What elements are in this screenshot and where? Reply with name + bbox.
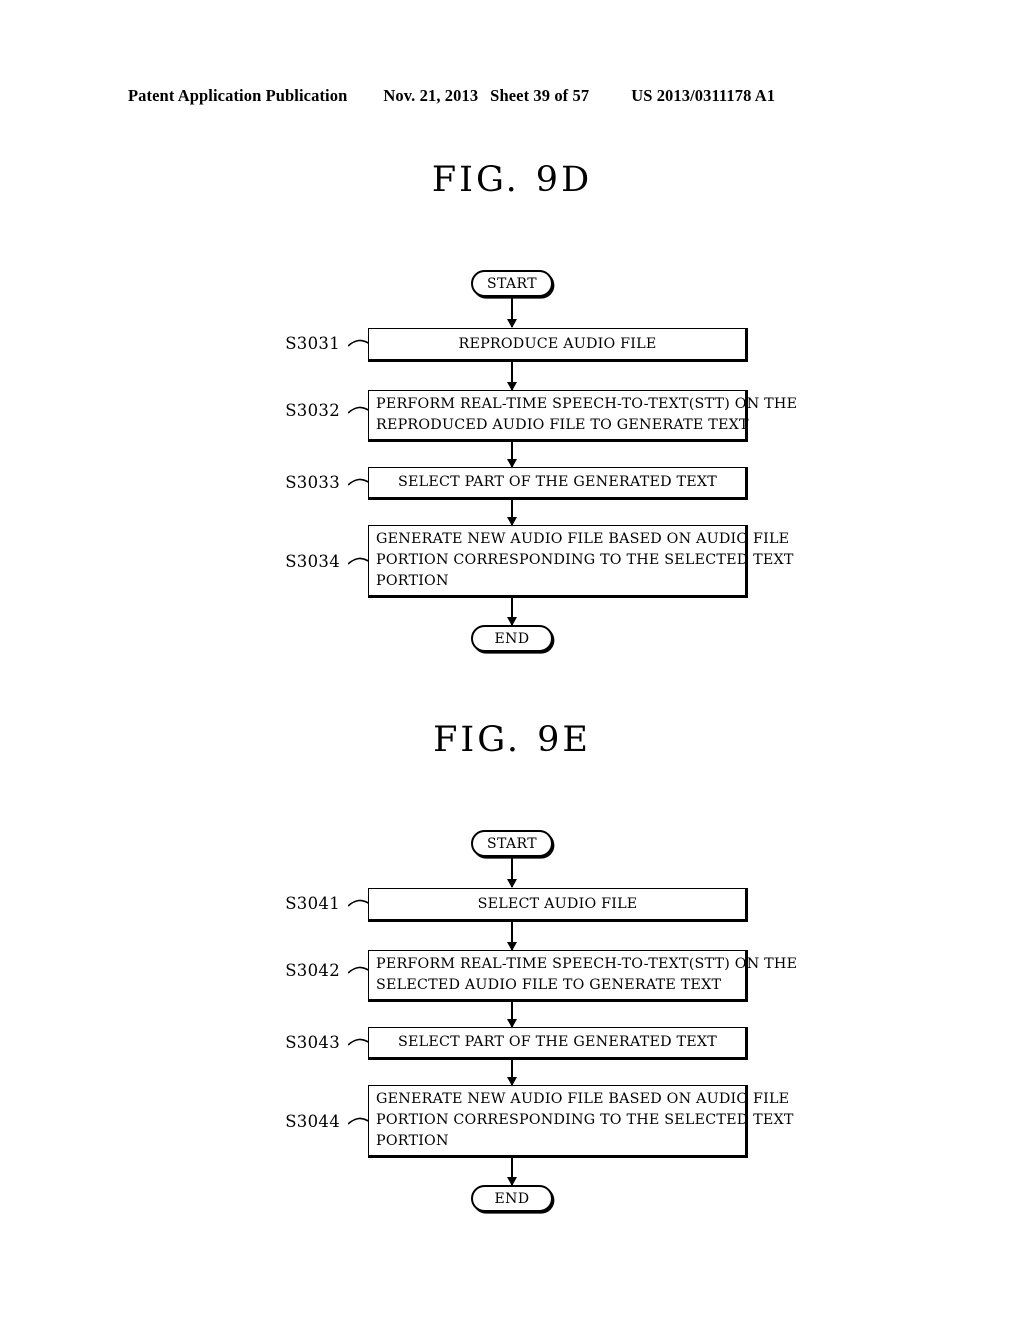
figure-title-9e-suffix: 9E (537, 720, 591, 760)
figure-title-9e-prefix: FIG. (433, 720, 522, 760)
connector-s3032-to-s3033 (511, 442, 513, 467)
start-terminal-9e: START (471, 830, 553, 857)
step-ref-s3043: S3043 (285, 1033, 340, 1052)
connector-s3041-to-s3042 (511, 922, 513, 950)
start-terminal-9d-label: START (487, 275, 537, 292)
step-ref-s3042: S3042 (285, 961, 340, 980)
process-box-s3041-line-1: SELECT AUDIO FILE (477, 895, 638, 912)
process-box-s3034: GENERATE NEW AUDIO FILE BASED ON AUDIO F… (368, 525, 794, 598)
header-sheet: Sheet 39 of 57 (490, 86, 590, 105)
header-patent-number: US 2013/0311178 A1 (631, 86, 776, 105)
figure-title-9d: FIG. 9D (0, 160, 1024, 200)
connector-start-to-s3041 (511, 857, 513, 887)
page-header: Patent Application Publication Nov. 21, … (128, 86, 896, 106)
figure-title-9d-suffix: 9D (535, 160, 593, 200)
start-terminal-9e-label: START (487, 835, 537, 852)
step-ref-s3041: S3041 (285, 894, 340, 913)
end-terminal-9e-label: END (494, 1190, 530, 1207)
connector-s3033-to-s3034 (511, 500, 513, 525)
process-box-s3033-line-1: SELECT PART OF THE GENERATED TEXT (398, 474, 717, 490)
figure-title-9e: FIG. 9E (0, 720, 1024, 760)
process-box-s3042-line-2: SELECTED AUDIO FILE TO GENERATE TEXT (376, 977, 722, 993)
end-terminal-9d-label: END (494, 630, 530, 647)
connector-s3044-to-end (511, 1158, 513, 1185)
flowchart-9d: START S3031 REPRODUCE AUDIO FILE S3032 P… (0, 262, 1024, 662)
start-terminal-9d: START (471, 270, 553, 297)
step-ref-s3032: S3032 (285, 401, 340, 420)
process-box-s3034-line-2: PORTION CORRESPONDING TO THE SELECTED TE… (376, 552, 794, 568)
header-publication: Patent Application Publication (128, 86, 348, 105)
connector-s3043-to-s3044 (511, 1060, 513, 1085)
process-box-s3032-line-2: REPRODUCED AUDIO FILE TO GENERATE TEXT (376, 417, 749, 433)
process-box-s3044-line-2: PORTION CORRESPONDING TO THE SELECTED TE… (376, 1112, 794, 1128)
process-box-s3044-line-3: PORTION (376, 1133, 449, 1149)
process-box-s3034-line-3: PORTION (376, 573, 449, 589)
connector-start-to-s3031 (511, 297, 513, 327)
process-box-s3043-line-1: SELECT PART OF THE GENERATED TEXT (398, 1034, 717, 1050)
process-box-s3041: SELECT AUDIO FILE (368, 888, 748, 922)
step-ref-s3031: S3031 (285, 334, 340, 353)
step-ref-s3034: S3034 (285, 552, 340, 571)
end-terminal-9e: END (471, 1185, 553, 1212)
connector-s3031-to-s3032 (511, 362, 513, 390)
end-terminal-9d: END (471, 625, 553, 652)
process-box-s3034-line-1: GENERATE NEW AUDIO FILE BASED ON AUDIO F… (376, 531, 790, 547)
process-box-s3044-line-1: GENERATE NEW AUDIO FILE BASED ON AUDIO F… (376, 1091, 790, 1107)
connector-s3042-to-s3043 (511, 1002, 513, 1027)
figure-title-9d-prefix: FIG. (431, 160, 520, 200)
process-box-s3031-line-1: REPRODUCE AUDIO FILE (458, 335, 657, 352)
process-box-s3033: SELECT PART OF THE GENERATED TEXT (368, 467, 748, 500)
process-box-s3042-line-1: PERFORM REAL-TIME SPEECH-TO-TEXT(STT) ON… (376, 956, 798, 972)
step-ref-s3033: S3033 (285, 473, 340, 492)
header-date: Nov. 21, 2013 (383, 86, 479, 105)
step-ref-s3044: S3044 (285, 1112, 340, 1131)
process-box-s3044: GENERATE NEW AUDIO FILE BASED ON AUDIO F… (368, 1085, 794, 1158)
process-box-s3042: PERFORM REAL-TIME SPEECH-TO-TEXT(STT) ON… (368, 950, 798, 1002)
process-box-s3031: REPRODUCE AUDIO FILE (368, 328, 748, 362)
process-box-s3032-line-1: PERFORM REAL-TIME SPEECH-TO-TEXT(STT) ON… (376, 396, 798, 412)
process-box-s3043: SELECT PART OF THE GENERATED TEXT (368, 1027, 748, 1060)
flowchart-9e: START S3041 SELECT AUDIO FILE S3042 PERF… (0, 824, 1024, 1224)
connector-s3034-to-end (511, 598, 513, 625)
process-box-s3032: PERFORM REAL-TIME SPEECH-TO-TEXT(STT) ON… (368, 390, 798, 442)
